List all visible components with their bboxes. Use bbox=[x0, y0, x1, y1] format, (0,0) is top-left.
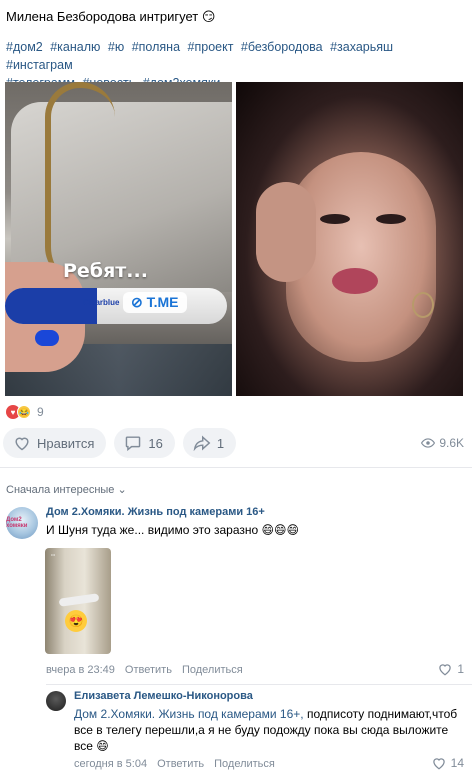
grin-emoji-icon: 😄😄😄 bbox=[261, 523, 300, 537]
reactions-summary[interactable]: ♥ 😂 9 bbox=[6, 404, 44, 420]
reply-divider bbox=[46, 684, 472, 685]
heart-eyes-emoji-icon: 😍 bbox=[65, 610, 87, 632]
comment-author[interactable]: Дом 2.Хомяки. Жизнь под камерами 16+ bbox=[46, 506, 265, 518]
reply-meta: сегодня в 5:04 Ответить Поделиться bbox=[74, 758, 285, 770]
reply-avatar[interactable] bbox=[46, 691, 66, 711]
lips-shape bbox=[332, 268, 378, 294]
share-comment-button[interactable]: Поделиться bbox=[182, 664, 243, 676]
reply-like-count: 14 bbox=[450, 756, 464, 770]
grin-emoji-icon: 😄 bbox=[96, 739, 109, 753]
smirk-emoji-icon: 😏 bbox=[201, 10, 216, 25]
comment-body: И Шуня туда же... видимо это заразно bbox=[46, 523, 259, 537]
photo-gallery: Ребят... Clearblue ⊘ T.ME bbox=[5, 82, 463, 396]
share-button[interactable]: 1 bbox=[182, 428, 237, 458]
reactions-count: 9 bbox=[37, 405, 44, 419]
earring-shape bbox=[412, 292, 434, 318]
telegram-link-badge: ⊘ T.ME bbox=[123, 292, 187, 313]
chevron-down-icon: ⌄ bbox=[117, 484, 127, 496]
story-header-text: ••• bbox=[51, 552, 56, 557]
sort-label: Сначала интересные bbox=[6, 484, 115, 496]
share-count: 1 bbox=[216, 435, 225, 451]
post-title-text: Милена Безбородова интригует bbox=[6, 9, 199, 24]
eye-icon bbox=[421, 438, 436, 448]
nail-shape bbox=[35, 330, 59, 346]
comment-like-button[interactable]: 1 bbox=[437, 662, 464, 676]
hashtag-link[interactable]: #дом2 bbox=[6, 40, 43, 54]
comment-icon bbox=[126, 436, 141, 451]
hashtag-link[interactable]: #проект bbox=[188, 40, 234, 54]
reply-button[interactable]: Ответить bbox=[157, 758, 204, 770]
hashtag-link[interactable]: #безбородова bbox=[241, 40, 323, 54]
comment-meta: вчера в 23:49 Ответить Поделиться bbox=[46, 664, 253, 676]
hashtag-link[interactable]: #поляна bbox=[132, 40, 180, 54]
heart-icon bbox=[432, 758, 445, 770]
eye-shape bbox=[376, 214, 406, 224]
reply-button[interactable]: Ответить bbox=[125, 664, 172, 676]
faucet-shape bbox=[45, 82, 115, 282]
post-actions: Нравится 16 1 bbox=[3, 428, 244, 458]
like-button[interactable]: Нравится bbox=[3, 428, 107, 458]
share-icon bbox=[193, 435, 211, 451]
views-counter: 9.6K bbox=[421, 436, 464, 450]
hashtag-link[interactable]: #захарьяш bbox=[330, 40, 393, 54]
eye-shape bbox=[320, 214, 350, 224]
heart-icon bbox=[15, 437, 29, 451]
comment-time[interactable]: вчера в 23:49 bbox=[46, 664, 115, 676]
post-text: Милена Безбородова интригует 😏 bbox=[6, 8, 215, 26]
heart-icon bbox=[439, 664, 452, 676]
link-icon: ⊘ bbox=[131, 294, 147, 310]
laugh-reaction-icon: 😂 bbox=[17, 405, 31, 419]
test-stick-shape bbox=[58, 593, 100, 607]
comments-sort-dropdown[interactable]: Сначала интересные ⌄ bbox=[6, 483, 127, 496]
reply-time[interactable]: сегодня в 5:04 bbox=[74, 758, 147, 770]
avatar-logo-text: Дом2 хомяки bbox=[6, 517, 28, 529]
test-brand-label: Clearblue bbox=[83, 298, 120, 307]
comment-text: И Шуня туда же... видимо это заразно 😄😄😄 bbox=[46, 523, 299, 537]
section-divider bbox=[0, 467, 472, 468]
like-button-label: Нравится bbox=[37, 435, 95, 451]
story-overlay-text: Ребят... bbox=[63, 260, 148, 282]
hashtag-link[interactable]: #ю bbox=[108, 40, 124, 54]
comment-like-count: 1 bbox=[457, 662, 464, 676]
commenter-avatar[interactable]: Дом2 хомяки bbox=[6, 507, 38, 539]
comment-count: 16 bbox=[148, 435, 163, 451]
views-count: 9.6K bbox=[439, 436, 464, 450]
reply-author[interactable]: Елизавета Лемешко-Никонорова bbox=[74, 690, 253, 702]
hashtag-link[interactable]: #инстаграм bbox=[6, 58, 73, 72]
photo-bathroom-pregnancy-test[interactable]: Ребят... Clearblue ⊘ T.ME bbox=[5, 82, 232, 396]
comment-attachment-image[interactable]: ••• 😍 bbox=[45, 548, 111, 654]
reply-text: Дом 2.Хомяки. Жизнь под камерами 16+, по… bbox=[74, 706, 466, 754]
fist-shape bbox=[256, 182, 316, 282]
reply-like-button[interactable]: 14 bbox=[431, 756, 464, 770]
hashtag-link[interactable]: #каналю bbox=[50, 40, 100, 54]
mention-link[interactable]: Дом 2.Хомяки. Жизнь под камерами 16+, bbox=[74, 707, 304, 721]
share-comment-button[interactable]: Поделиться bbox=[214, 758, 275, 770]
comment-button[interactable]: 16 bbox=[114, 428, 175, 458]
photo-selfie[interactable] bbox=[236, 82, 463, 396]
